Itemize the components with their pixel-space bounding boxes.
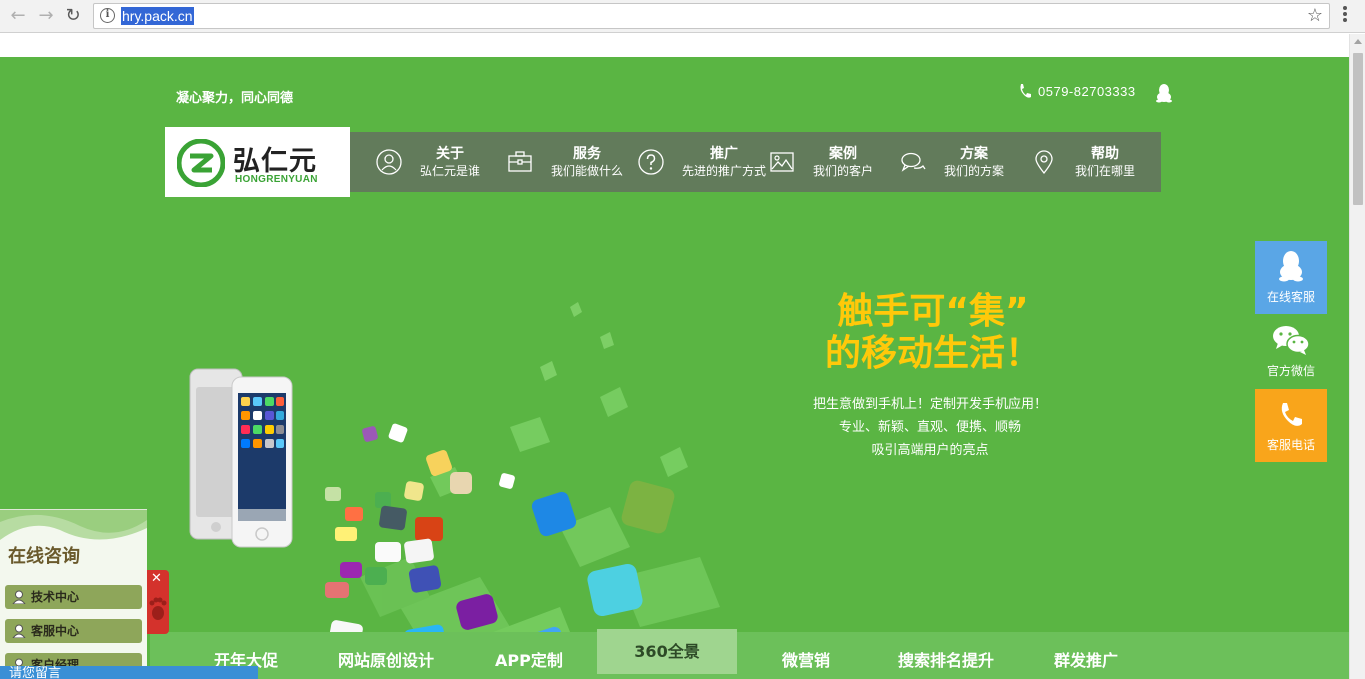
reload-icon[interactable]: ↻ [61, 4, 85, 28]
tab-app-custom[interactable]: APP定制 [495, 647, 563, 671]
subtext-line-1: 把生意做到手机上！定制开发手机应用！ [812, 397, 1047, 412]
briefcase-icon [508, 151, 532, 172]
tab-micro-marketing[interactable]: 微营销 [782, 647, 830, 671]
nav-subtitle: 我们在哪里 [1075, 164, 1136, 178]
nav-item-service[interactable]: 服务 我们能做什么 [481, 132, 623, 192]
phone-number: 0579-82703333 [1038, 83, 1136, 99]
subtext-line-3: 吸引高端用户的亮点 [871, 443, 989, 458]
nav-title: 关于 [436, 146, 464, 162]
service-phone-label: 客服电话 [1266, 438, 1315, 452]
main-navigation: 关于弘仁元是谁 服务 我们能做什么 推广 先进的推广方式 案例我们的客户 方案我们的… [350, 132, 1161, 192]
tab-search-ranking[interactable]: 搜索排名提升 [898, 647, 994, 671]
site-logo[interactable]: 弘仁元 HONGRENYUAN [165, 127, 350, 197]
consult-service-center[interactable]: 客服中心 [5, 619, 142, 643]
consult-title: 在线咨询 [8, 546, 80, 567]
close-icon[interactable]: ✕ [151, 572, 162, 586]
page-top-strip [0, 34, 1349, 57]
nav-item-about[interactable]: 关于 弘仁元是谁 [350, 132, 481, 192]
person-icon [12, 624, 26, 638]
question-icon [638, 149, 664, 175]
wechat-icon [1273, 326, 1310, 355]
nav-subtitle: 我们的客户 [813, 164, 874, 178]
floating-contact-bar: 在线客服 官方微信 客服电话 [1255, 241, 1327, 463]
browser-toolbar: ← → ↻ i hry.pack.cn ☆ [0, 0, 1365, 33]
banner-headline: 触手可“集” 的移动生活！ [803, 291, 1063, 375]
wechat-label: 官方微信 [1266, 364, 1315, 378]
address-bar[interactable]: i hry.pack.cn ☆ [93, 3, 1330, 29]
leave-message-bar[interactable]: 请您留言 [0, 666, 258, 679]
info-icon[interactable]: i [100, 8, 115, 23]
scrollbar-thumb[interactable] [1353, 53, 1363, 205]
headline-line-2: 的移动生活！ [824, 333, 1041, 374]
nav-title: 方案 [960, 146, 988, 162]
consult-item-label: 技术中心 [31, 590, 80, 604]
star-icon[interactable]: ☆ [1307, 5, 1323, 27]
url-text[interactable]: hry.pack.cn [121, 7, 194, 25]
banner-artwork [189, 302, 720, 677]
nav-item-help[interactable]: 帮助 我们在哪里 [1005, 132, 1136, 192]
nav-item-solutions[interactable]: 方案 我们的方案 [874, 132, 1005, 192]
service-phone-button[interactable]: 客服电话 [1255, 389, 1327, 462]
qq-icon[interactable] [1155, 83, 1173, 103]
nav-item-cases[interactable]: 案例 我们的客户 [743, 132, 874, 192]
nav-title: 案例 [829, 146, 857, 162]
nav-title: 帮助 [1091, 146, 1119, 162]
user-icon [376, 149, 402, 175]
forward-arrow-icon[interactable]: → [34, 4, 58, 28]
hero-banner: 凝心聚力，同心同德 0579-82703333 弘仁元 HONGRENYUAN … [0, 57, 1349, 679]
location-icon [1035, 150, 1053, 175]
nav-subtitle: 我们的方案 [944, 164, 1005, 178]
consult-item-label: 客服中心 [31, 624, 80, 638]
page-scrollbar[interactable] [1349, 34, 1365, 679]
paw-icon [149, 597, 167, 620]
phone-icon [1020, 84, 1031, 98]
chat-icon [901, 152, 926, 172]
phone-icon [1281, 403, 1302, 426]
header-phone[interactable]: 0579-82703333 [1018, 83, 1136, 99]
logo-name-cn: 弘仁元 [233, 146, 317, 177]
online-service-button[interactable]: 在线客服 [1255, 241, 1327, 314]
tab-website-design[interactable]: 网站原创设计 [338, 647, 434, 671]
person-icon [12, 590, 26, 604]
scroll-up-icon[interactable] [1354, 39, 1362, 44]
tab-mass-promotion[interactable]: 群发推广 [1054, 647, 1118, 671]
menu-dots-icon[interactable] [1339, 4, 1351, 28]
wechat-button[interactable]: 官方微信 [1255, 315, 1327, 388]
consult-close-button[interactable]: ✕ [147, 570, 169, 634]
image-icon [770, 152, 794, 172]
logo-name-en: HONGRENYUAN [235, 174, 318, 185]
nav-subtitle: 弘仁元是谁 [420, 164, 481, 178]
tab-360-panorama[interactable]: 360全景 [597, 629, 737, 674]
online-service-label: 在线客服 [1266, 290, 1315, 304]
banner-subtext: 把生意做到手机上！定制开发手机应用！ 专业、新颖、直观、便携、顺畅 吸引高端用户… [780, 393, 1080, 462]
phone-front [231, 376, 293, 548]
banner-tabs: 开年大促 网站原创设计 APP定制 360全景 微营销 搜索排名提升 群发推广 [150, 629, 1349, 679]
qq-icon [1279, 251, 1303, 282]
subtext-line-2: 专业、新颖、直观、便携、顺畅 [838, 420, 1021, 435]
consult-tech-center[interactable]: 技术中心 [5, 585, 142, 609]
back-arrow-icon[interactable]: ← [6, 4, 30, 28]
logo-mark-icon [177, 139, 225, 187]
nav-item-promotion[interactable]: 推广 先进的推广方式 [612, 132, 766, 192]
headline-line-1: 触手可“集” [837, 291, 1029, 332]
site-slogan: 凝心聚力，同心同德 [176, 91, 294, 106]
online-consult-widget: 在线咨询 技术中心 客服中心 客户经理 [0, 509, 147, 679]
